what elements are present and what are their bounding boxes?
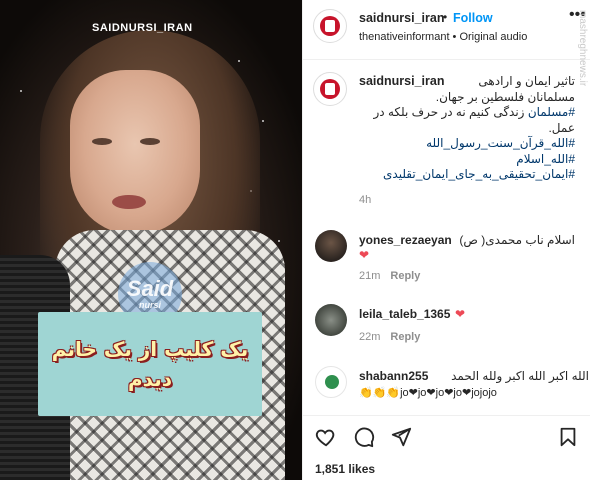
post-video[interactable]: SAIDNURSI_IRAN Said nursi یک کلیپ از یک … bbox=[0, 0, 302, 480]
mouth bbox=[112, 195, 146, 209]
eye-left bbox=[92, 138, 112, 145]
post-header: saidnursi_iran • Follow thenativeinforma… bbox=[303, 0, 590, 60]
comment-avatar[interactable] bbox=[315, 304, 347, 336]
caption-username-link[interactable]: saidnursi_iran bbox=[359, 74, 444, 88]
watermark-text: Said bbox=[126, 276, 174, 301]
audio-attribution-link[interactable]: thenativeinformant • Original audio bbox=[359, 31, 569, 43]
bokeh-light bbox=[278, 240, 280, 242]
comment-timestamp[interactable]: 21m bbox=[359, 270, 380, 282]
comment-text: اسلام ناب محمدی( ص) bbox=[459, 233, 575, 247]
reply-button[interactable]: Reply bbox=[390, 331, 420, 343]
caption-avatar[interactable] bbox=[313, 72, 347, 106]
video-brand-label: SAIDNURSI_IRAN bbox=[92, 22, 193, 34]
separator-dot: • bbox=[443, 10, 448, 24]
caption-line-3: #مسلمان زندگی کنیم نه در حرف بلکه در bbox=[359, 105, 575, 121]
comment-bubble-icon[interactable] bbox=[353, 426, 375, 448]
caption-line-2: مسلمانان فلسطین بر جهان. bbox=[435, 89, 575, 104]
avatar-logo-page bbox=[325, 20, 335, 32]
comment-username-link[interactable]: yones_rezaeyan bbox=[359, 233, 452, 247]
eye-right bbox=[140, 138, 160, 145]
bokeh-light bbox=[20, 90, 22, 92]
hashtag-link[interactable]: #الله_قرآن_سنت_رسول_الله bbox=[359, 136, 575, 152]
video-caption-line-2: دیدم bbox=[128, 367, 172, 391]
comment-avatar[interactable] bbox=[315, 230, 347, 262]
caption-text: تاثیر ایمان و ارادهی مسلمانان فلسطین بر … bbox=[359, 74, 575, 183]
reply-button[interactable]: Reply bbox=[390, 270, 420, 282]
share-paper-plane-icon[interactable] bbox=[390, 426, 412, 448]
hashtag-link[interactable]: #ایمان_تحقیقی_به_جای_ایمان_تقلیدی bbox=[359, 167, 575, 183]
avatar[interactable] bbox=[313, 9, 347, 43]
watermark-subtext: nursi bbox=[138, 300, 161, 310]
comment-username-link[interactable]: shabann255 bbox=[359, 369, 428, 383]
comment-emoji-line: 👏👏👏jo❤jo❤jo❤jo❤jojojo bbox=[359, 387, 497, 399]
post-actions-bar: 1,851 likes bbox=[303, 415, 590, 480]
comment-timestamp[interactable]: 22m bbox=[359, 331, 380, 343]
like-count[interactable]: 1,851 likes bbox=[315, 462, 375, 476]
comment-meta: 21m Reply bbox=[359, 270, 420, 282]
comment-item: leila_taleb_1365 ❤ 22m Reply bbox=[303, 304, 590, 348]
follow-button[interactable]: Follow bbox=[453, 11, 493, 25]
face-shape bbox=[70, 70, 200, 235]
comment-meta: 22m Reply bbox=[359, 331, 420, 343]
heart-emoji: ❤ bbox=[455, 307, 466, 321]
avatar-bird-shape bbox=[325, 375, 339, 389]
comment-avatar[interactable] bbox=[315, 366, 347, 398]
bokeh-light bbox=[262, 120, 264, 122]
caption-line-3-text: زندگی کنیم نه در حرف بلکه در bbox=[373, 105, 525, 119]
like-heart-icon[interactable] bbox=[315, 426, 337, 448]
avatar-logo-page bbox=[325, 83, 335, 95]
bokeh-light bbox=[238, 60, 240, 62]
hashtag-link[interactable]: #مسلمان bbox=[528, 105, 575, 119]
video-caption-line-1: یک کلیپ از یک خانم bbox=[51, 337, 249, 361]
caption-timestamp[interactable]: 4h bbox=[359, 194, 371, 206]
post-details-panel: saidnursi_iran • Follow thenativeinforma… bbox=[302, 0, 590, 480]
header-username-link[interactable]: saidnursi_iran bbox=[359, 11, 444, 25]
video-caption-box: یک کلیپ از یک خانم دیدم bbox=[38, 312, 262, 416]
comment-item: yones_rezaeyan اسلام ناب محمدی( ص) ❤ 21m… bbox=[303, 230, 590, 286]
comment-username-link[interactable]: leila_taleb_1365 bbox=[359, 307, 450, 321]
save-bookmark-icon[interactable] bbox=[557, 426, 579, 448]
heart-emoji: ❤ bbox=[359, 248, 370, 262]
comment-item: shabann255 الله اکبر الله اکبر ولله الحم… bbox=[303, 366, 590, 410]
hashtag-link[interactable]: #الله_اسلام bbox=[359, 152, 575, 168]
comment-text: الله اکبر الله اکبر ولله الحمد bbox=[451, 369, 589, 383]
caption-line-4: عمل. bbox=[548, 120, 575, 135]
